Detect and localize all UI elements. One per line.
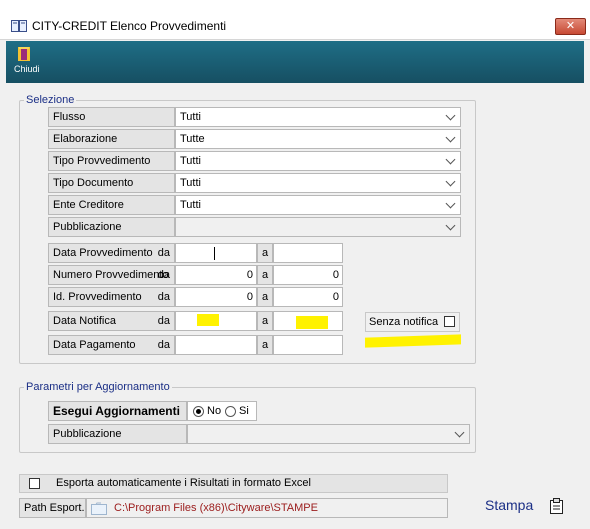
a-label: a: [257, 265, 273, 285]
id-provvedimento-from[interactable]: 0: [175, 287, 257, 307]
radio-si-label: Si: [239, 405, 249, 417]
ente-creditore-value: Tutti: [180, 199, 201, 211]
numero-provvedimento-from[interactable]: 0: [175, 265, 257, 285]
a-label: a: [257, 311, 273, 331]
pubblicazione-label: Pubblicazione: [48, 217, 175, 237]
close-button[interactable]: ✕: [555, 18, 586, 35]
esegui-aggiornamenti-label: Esegui Aggiornamenti: [48, 401, 187, 421]
chevron-down-icon: [445, 154, 456, 165]
da-label: da: [157, 291, 170, 303]
senza-notifica-box[interactable]: [444, 316, 455, 327]
chiudi-button[interactable]: Chiudi: [12, 47, 56, 79]
exit-door-icon: [18, 47, 30, 61]
pubblicazione-select[interactable]: [175, 217, 461, 237]
tipo-documento-value: Tutti: [180, 177, 201, 189]
elaborazione-value: Tutte: [180, 133, 205, 145]
flusso-select[interactable]: Tutti: [175, 107, 461, 127]
pubblicazione-param-select[interactable]: [187, 424, 470, 444]
tipo-provvedimento-select[interactable]: Tutti: [175, 151, 461, 171]
a-label: a: [257, 287, 273, 307]
ente-creditore-select[interactable]: Tutti: [175, 195, 461, 215]
chevron-down-icon: [445, 132, 456, 143]
data-provvedimento-from[interactable]: [175, 243, 257, 263]
book-icon: [11, 20, 27, 32]
window-title: CITY-CREDIT Elenco Provvedimenti: [32, 19, 227, 33]
chevron-down-icon: [445, 110, 456, 121]
chevron-down-icon: [445, 220, 456, 231]
radio-no-label: No: [207, 405, 222, 417]
data-pagamento-label: Data Pagamento da: [48, 335, 175, 355]
window: CITY-CREDIT Elenco Provvedimenti ✕ Chiud…: [0, 0, 590, 529]
id-provvedimento-to[interactable]: 0: [273, 287, 343, 307]
toolbar: Chiudi: [6, 41, 584, 83]
title-bar: CITY-CREDIT Elenco Provvedimenti ✕: [0, 0, 590, 40]
path-esport-value: C:\Program Files (x86)\Cityware\STAMPE: [114, 502, 318, 514]
da-label: da: [157, 339, 170, 351]
ente-creditore-label: Ente Creditore: [48, 195, 175, 215]
tipo-provvedimento-value: Tutti: [180, 155, 201, 167]
numero-provvedimento-to[interactable]: 0: [273, 265, 343, 285]
a-label: a: [257, 335, 273, 355]
yellow-highlight: [197, 314, 219, 326]
clipboard-icon: [550, 498, 563, 514]
data-pagamento-from[interactable]: [175, 335, 257, 355]
numero-provvedimento-text: Numero Provvedimento: [53, 269, 169, 281]
elaborazione-select[interactable]: Tutte: [175, 129, 461, 149]
tipo-documento-label: Tipo Documento: [48, 173, 175, 193]
folder-icon[interactable]: [91, 502, 107, 515]
numero-provvedimento-label: Numero Provvedimento da: [48, 265, 175, 285]
esporta-label: Esporta automaticamente i Risultati in f…: [56, 477, 311, 489]
stampa-button[interactable]: Stampa: [479, 492, 572, 522]
da-label: da: [157, 315, 170, 327]
data-provvedimento-to[interactable]: [273, 243, 343, 263]
data-provvedimento-text: Data Provvedimento: [53, 247, 153, 259]
data-notifica-label: Data Notifica da: [48, 311, 175, 331]
flusso-value: Tutti: [180, 111, 201, 123]
esporta-row[interactable]: Esporta automaticamente i Risultati in f…: [19, 474, 448, 493]
radio-no[interactable]: [193, 406, 204, 417]
pubblicazione-param-label: Pubblicazione: [48, 424, 187, 444]
radio-si[interactable]: [225, 406, 236, 417]
selezione-legend: Selezione: [26, 94, 75, 106]
esporta-checkbox[interactable]: [29, 478, 40, 489]
tipo-documento-select[interactable]: Tutti: [175, 173, 461, 193]
path-esport-label: Path Esport.: [19, 498, 86, 518]
a-label: a: [257, 243, 273, 263]
da-label: da: [157, 269, 170, 281]
esegui-radio-group: No Si: [187, 401, 257, 421]
flusso-label: Flusso: [48, 107, 175, 127]
chevron-down-icon: [445, 198, 456, 209]
chevron-down-icon: [454, 427, 465, 438]
yellow-highlight: [296, 316, 328, 329]
id-provvedimento-text: Id. Provvedimento: [53, 291, 142, 303]
id-provvedimento-label: Id. Provvedimento da: [48, 287, 175, 307]
main-panel: Selezione Flusso Tutti Elaborazione Tutt…: [6, 83, 584, 529]
data-pagamento-text: Data Pagamento: [53, 339, 136, 351]
text-caret: [214, 247, 215, 260]
data-provvedimento-label: Data Provvedimento da: [48, 243, 175, 263]
path-esport-field[interactable]: C:\Program Files (x86)\Cityware\STAMPE: [86, 498, 448, 518]
tipo-provvedimento-label: Tipo Provvedimento: [48, 151, 175, 171]
chiudi-label: Chiudi: [14, 64, 40, 74]
data-pagamento-to[interactable]: [273, 335, 343, 355]
da-label: da: [157, 247, 170, 259]
elaborazione-label: Elaborazione: [48, 129, 175, 149]
senza-notifica-label: Senza notifica: [369, 316, 439, 328]
parametri-legend: Parametri per Aggiornamento: [26, 381, 170, 393]
chevron-down-icon: [445, 176, 456, 187]
senza-notifica-checkbox[interactable]: Senza notifica: [365, 312, 460, 332]
stampa-label: Stampa: [485, 497, 534, 513]
data-notifica-text: Data Notifica: [53, 315, 116, 327]
